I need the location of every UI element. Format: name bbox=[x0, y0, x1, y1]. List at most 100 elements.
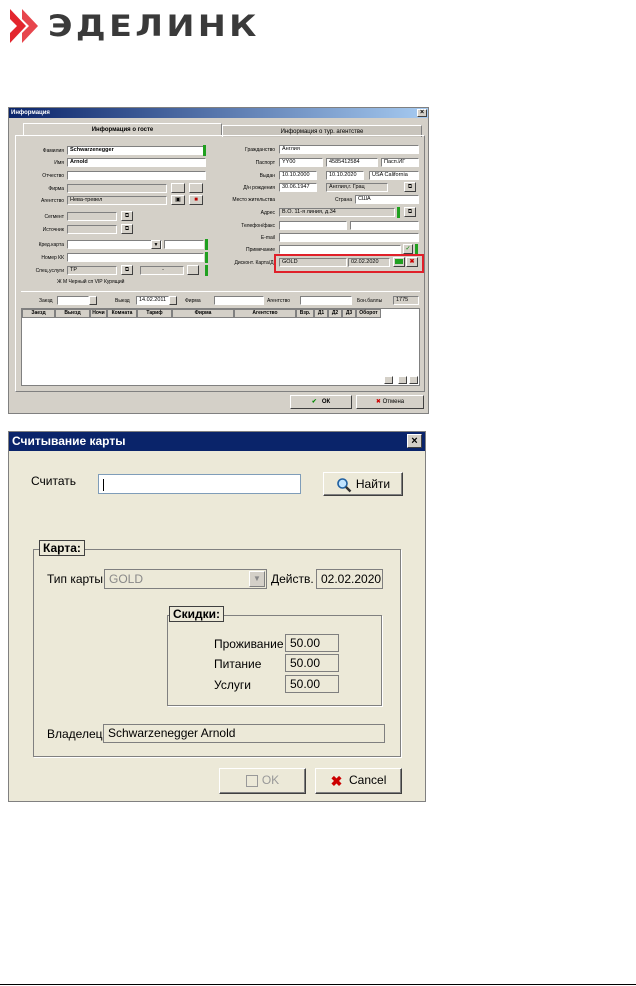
surname-field[interactable]: Schwarzenegger bbox=[67, 146, 204, 155]
address-label: Адрес bbox=[260, 210, 275, 216]
filter-agency-label: Агентство bbox=[267, 298, 290, 304]
departure-field[interactable]: 14.02.2011 bbox=[136, 296, 169, 305]
card-type-select[interactable]: GOLD bbox=[104, 569, 267, 589]
scroll-left-icon[interactable] bbox=[384, 376, 393, 384]
close-icon[interactable]: × bbox=[417, 109, 427, 117]
agency-field[interactable]: Нева-тревел bbox=[67, 196, 167, 205]
fax-field[interactable] bbox=[350, 221, 419, 230]
column-header[interactable]: Агентство bbox=[234, 309, 296, 318]
arrival-field[interactable] bbox=[57, 296, 89, 305]
address-field[interactable]: В.О. 11-я линия, д.34 bbox=[279, 208, 395, 217]
special-services-field[interactable]: TP bbox=[67, 266, 117, 275]
column-header[interactable]: Заезд bbox=[22, 309, 55, 318]
birthplace-field[interactable]: Англия,г. Грац bbox=[326, 183, 388, 192]
column-header[interactable]: Ночи bbox=[90, 309, 107, 318]
passport-type-select[interactable]: Пасп.ИГ bbox=[381, 158, 419, 167]
passport-series-field[interactable]: YY00 bbox=[279, 158, 323, 167]
column-header[interactable]: Взр. bbox=[296, 309, 314, 318]
chevron-down-icon[interactable]: ▼ bbox=[249, 571, 265, 587]
segment-lookup-button[interactable]: ⧉ bbox=[121, 211, 133, 221]
logo-chevron-icon bbox=[6, 7, 40, 45]
cancel-button[interactable]: ✖ Отмена bbox=[356, 395, 424, 409]
card-number-field[interactable] bbox=[67, 253, 204, 262]
flags-checkboxes[interactable]: Ж М Черный сп VIP Курящий bbox=[57, 279, 124, 285]
passport-number-field[interactable]: 4585412584 bbox=[326, 158, 378, 167]
tab-guest-info[interactable]: Информация о госте bbox=[23, 123, 222, 135]
filter-agency-field[interactable] bbox=[300, 296, 352, 305]
citizenship-select[interactable]: Англия bbox=[279, 145, 419, 154]
issued-by-field[interactable]: USA California bbox=[369, 171, 419, 180]
chevron-down-icon[interactable]: ▼ bbox=[151, 240, 161, 249]
birthdate-field[interactable]: 30.06.1947 bbox=[279, 183, 317, 192]
note-field[interactable] bbox=[279, 245, 401, 254]
card-type-label: Тип карты bbox=[47, 572, 104, 586]
valid-date-field: 02.02.2020 bbox=[316, 569, 383, 589]
services-extra-button[interactable] bbox=[187, 265, 199, 275]
read-label: Считать bbox=[31, 474, 77, 488]
cross-icon: ✖ bbox=[330, 772, 343, 789]
card-number-label: Номер КК bbox=[41, 255, 64, 261]
food-field: 50.00 bbox=[285, 654, 339, 672]
read-input[interactable] bbox=[98, 474, 301, 494]
arrival-label: Заезд bbox=[39, 298, 53, 304]
agency-label: Агентство bbox=[41, 198, 64, 204]
column-header[interactable]: Выезд bbox=[55, 309, 90, 318]
email-field[interactable] bbox=[279, 233, 419, 242]
note-edit-button[interactable]: ✓ bbox=[403, 244, 413, 254]
close-icon[interactable]: × bbox=[407, 434, 422, 448]
column-header[interactable]: Тариф bbox=[137, 309, 172, 318]
segment-field[interactable] bbox=[67, 212, 117, 221]
services-extra-field[interactable]: - bbox=[140, 266, 184, 275]
food-label: Питание bbox=[214, 657, 262, 671]
magnifier-icon bbox=[337, 478, 352, 493]
birthplace-lookup-button[interactable]: ⧉ bbox=[404, 182, 416, 192]
source-label: Источник bbox=[42, 227, 64, 233]
guest-info-window: Информация × Информация о госте Информац… bbox=[8, 107, 429, 414]
filter-firm-label: Фирма bbox=[185, 298, 201, 304]
name-field[interactable]: Arnold bbox=[67, 158, 206, 167]
ok-button[interactable]: ✔ ОК bbox=[290, 395, 352, 409]
agency-select-button[interactable]: ▣ bbox=[171, 195, 185, 205]
scroll-right-icon[interactable] bbox=[398, 376, 407, 384]
column-header[interactable]: Комната bbox=[107, 309, 137, 318]
owner-field: Schwarzenegger Arnold bbox=[103, 724, 385, 743]
issued-label: Выдан bbox=[259, 173, 275, 179]
services-label: Услуги bbox=[214, 678, 251, 692]
departure-spinner[interactable] bbox=[169, 296, 177, 305]
column-header[interactable]: Фирма bbox=[172, 309, 234, 318]
ok-button-disabled[interactable]: OK bbox=[219, 768, 306, 794]
services-field: 50.00 bbox=[285, 675, 339, 693]
dialog-title: Считывание карты bbox=[12, 434, 126, 448]
lodging-label: Проживание bbox=[214, 637, 284, 651]
firm-field[interactable] bbox=[67, 184, 167, 193]
agency-delete-button[interactable]: ■ bbox=[189, 195, 203, 205]
card-read-dialog: Считывание карты × Считать Найти Карта: … bbox=[8, 431, 426, 802]
address-lookup-button[interactable]: ⧉ bbox=[404, 207, 416, 217]
issued-from-field[interactable]: 10.10.2000 bbox=[279, 171, 317, 180]
column-header[interactable]: Д1 bbox=[314, 309, 328, 318]
services-lookup-button[interactable]: ⧉ bbox=[121, 265, 133, 275]
source-field[interactable] bbox=[67, 225, 117, 234]
credit-card-extra[interactable] bbox=[164, 240, 204, 249]
arrival-spinner[interactable] bbox=[89, 296, 97, 305]
source-lookup-button[interactable]: ⧉ bbox=[121, 224, 133, 234]
column-header[interactable]: Д2 bbox=[328, 309, 342, 318]
text-cursor bbox=[103, 478, 104, 491]
filter-firm-field[interactable] bbox=[214, 296, 264, 305]
patronymic-field[interactable] bbox=[67, 171, 206, 180]
company-logo: ЭДЕЛИНК bbox=[6, 6, 256, 46]
scroll-corner[interactable] bbox=[409, 376, 418, 384]
phone-field[interactable] bbox=[279, 221, 347, 230]
card-group-label: Карта: bbox=[39, 540, 85, 556]
stays-table[interactable] bbox=[21, 308, 420, 386]
credit-card-select[interactable] bbox=[67, 240, 162, 249]
bonus-field: 1775 bbox=[393, 296, 419, 305]
firm-clear-button[interactable] bbox=[189, 183, 203, 193]
column-header[interactable]: Оборот bbox=[356, 309, 381, 318]
country-select[interactable]: США bbox=[355, 195, 419, 204]
issued-to-field[interactable]: 10.10.2020 bbox=[326, 171, 364, 180]
column-header[interactable]: Д3 bbox=[342, 309, 356, 318]
cancel-button[interactable]: ✖ Cancel bbox=[315, 768, 402, 794]
firm-select-button[interactable] bbox=[171, 183, 185, 193]
find-button[interactable]: Найти bbox=[323, 472, 403, 496]
